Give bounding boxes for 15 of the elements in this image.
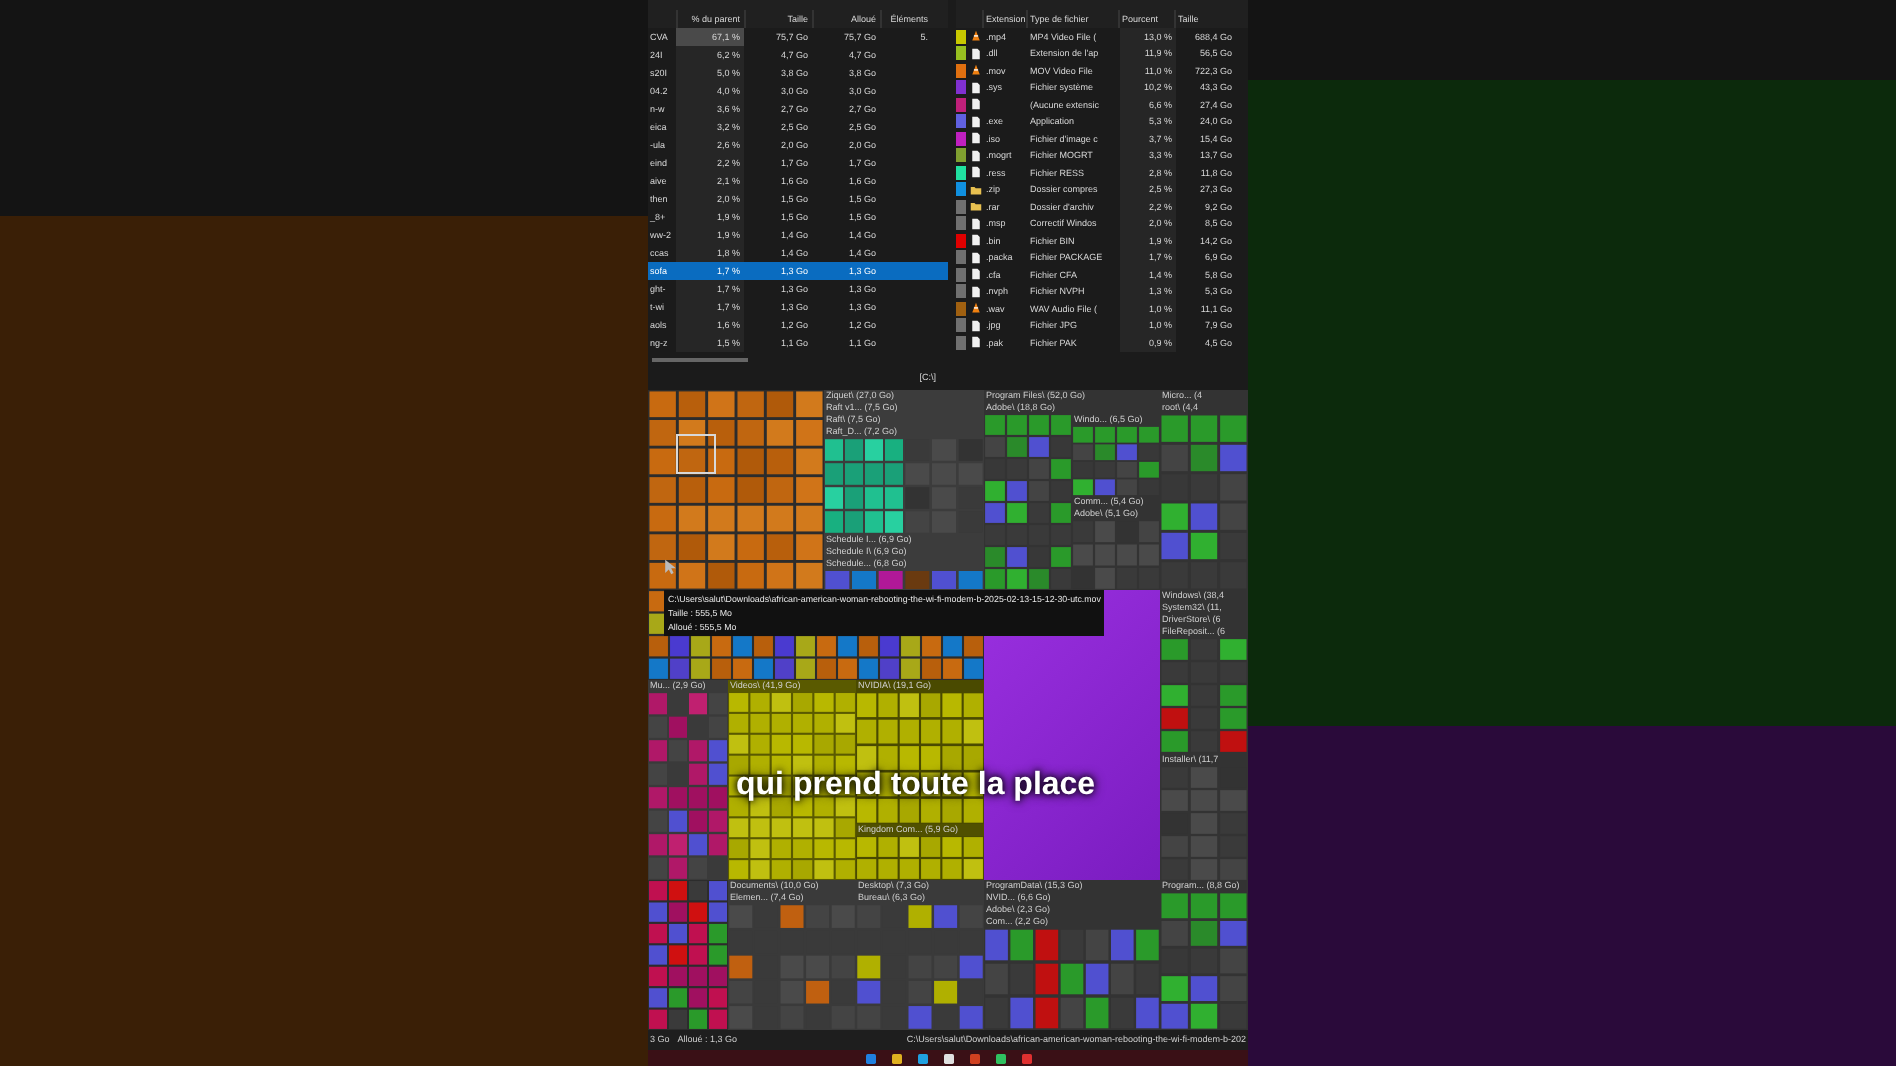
scrollbar[interactable]: [652, 358, 748, 362]
file-icon: [970, 47, 982, 60]
traffic-cone-icon: [970, 30, 982, 43]
traffic-cone-icon: [970, 302, 982, 315]
treemap-tiles-drawing: [1160, 765, 1248, 880]
treemap-tiles-drawing: [856, 904, 984, 1030]
selection-frame: [676, 434, 716, 474]
app-icon[interactable]: [891, 1053, 901, 1063]
app-icon[interactable]: [917, 1053, 927, 1063]
mouse-pointer-icon: [664, 558, 676, 576]
traffic-cone-icon: [970, 64, 982, 77]
treemap[interactable]: [648, 390, 1248, 1030]
treemap-tiles-drawing: [1160, 638, 1248, 753]
app-icon[interactable]: [995, 1053, 1005, 1063]
app-icon[interactable]: [943, 1053, 953, 1063]
